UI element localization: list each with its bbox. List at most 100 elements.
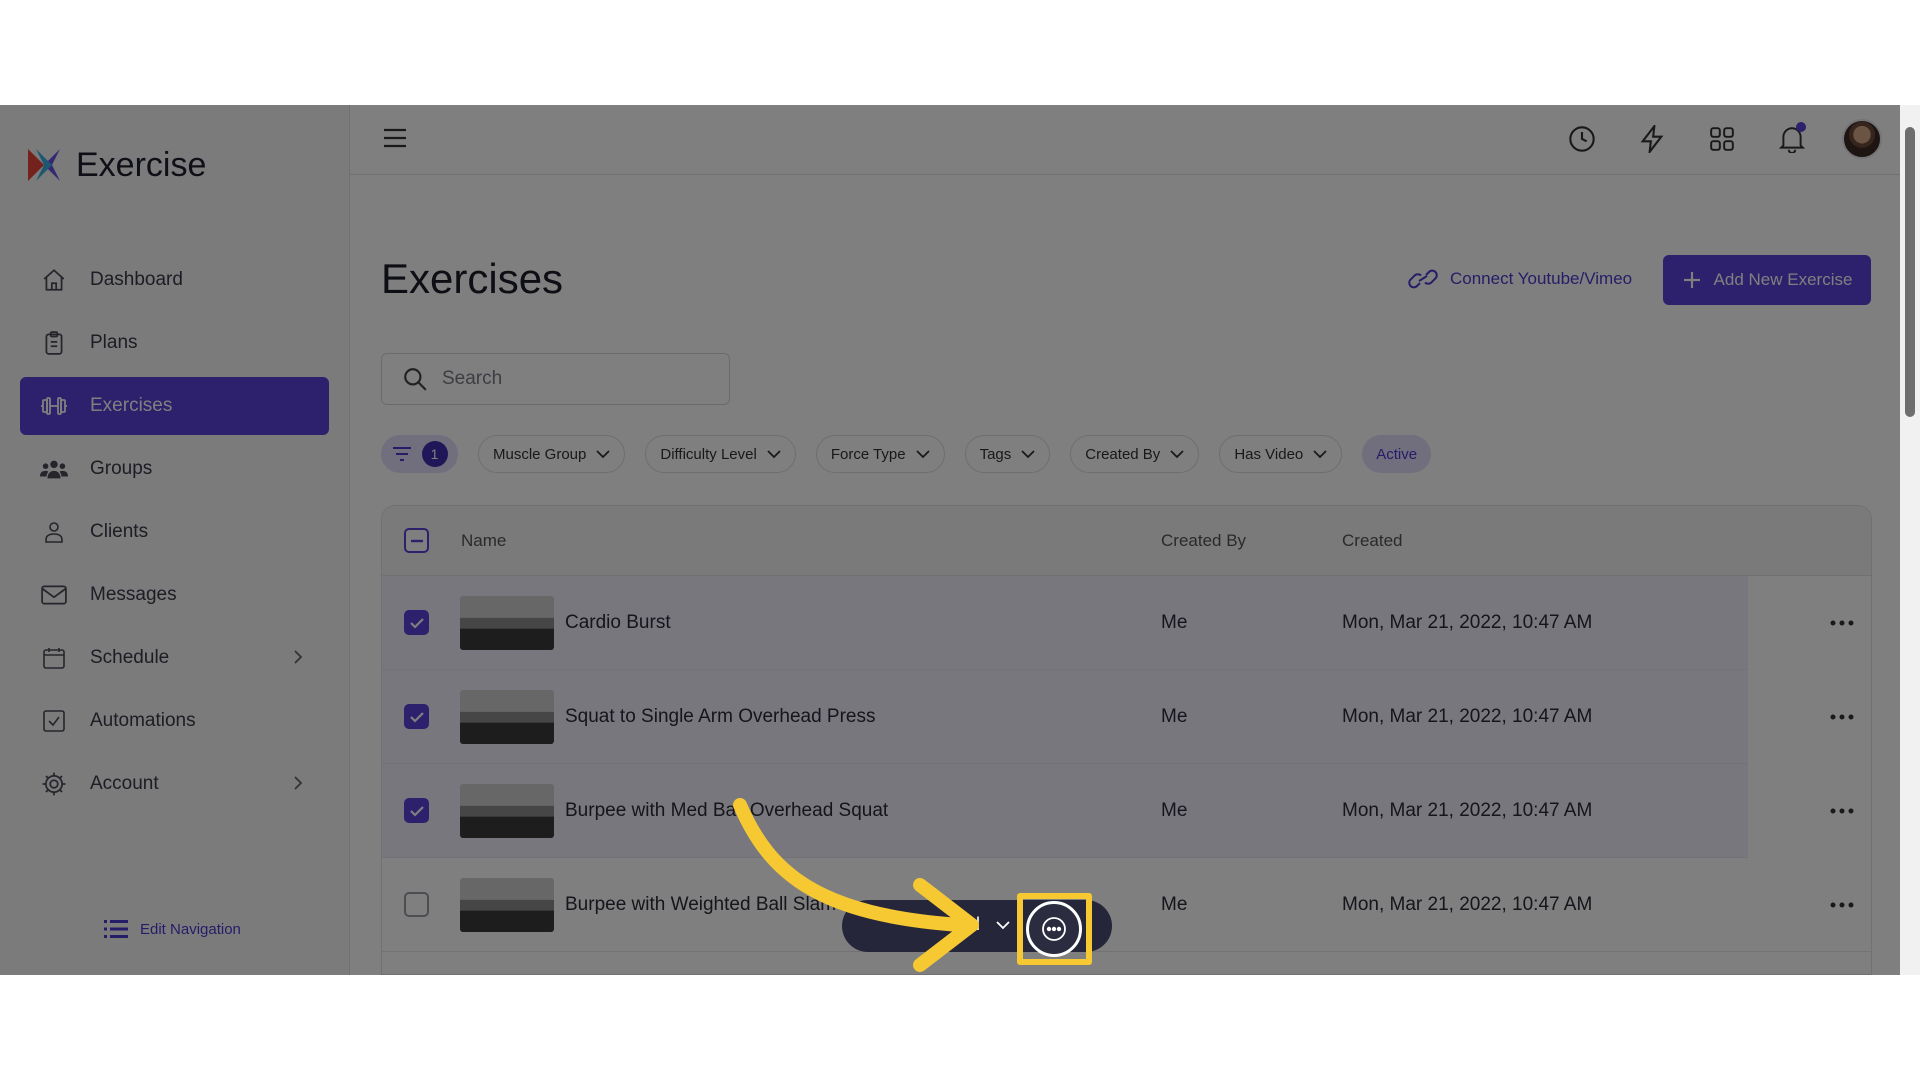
chevron-right-icon	[293, 649, 303, 671]
exercise-thumbnail	[460, 595, 554, 650]
table-row[interactable]: Burpee with Med Ball Overhead Squat Me M…	[382, 764, 1871, 858]
more-options-icon[interactable]	[1812, 692, 1871, 742]
add-button-label: Add New Exercise	[1713, 270, 1853, 289]
app-title: Exercise	[76, 145, 207, 184]
filter-force-type[interactable]: Force Type	[815, 435, 945, 473]
sidebar-item-schedule[interactable]: Schedule	[20, 629, 329, 687]
chevron-down-icon	[767, 449, 781, 458]
header-name[interactable]: Name	[461, 531, 506, 551]
exercise-name[interactable]: Squat to Single Arm Overhead Press	[565, 706, 876, 728]
chip-label: Has Video	[1234, 445, 1304, 463]
avatar[interactable]	[1842, 119, 1882, 159]
sidebar-item-label: Dashboard	[90, 269, 183, 290]
user-icon	[40, 518, 68, 546]
page-title: Exercises	[381, 255, 564, 302]
table-row[interactable]: Cardio Burst Me Mon, Mar 21, 2022, 10:47…	[382, 576, 1871, 670]
sidebar-item-clients[interactable]: Clients	[20, 503, 329, 561]
select-all-checkbox-box[interactable]	[404, 528, 429, 553]
more-options-icon[interactable]	[1812, 598, 1871, 648]
scrollbar-thumb[interactable]	[1905, 127, 1915, 417]
chevron-right-icon	[293, 775, 303, 797]
filter-has-video[interactable]: Has Video	[1219, 435, 1343, 473]
notification-dot	[1796, 122, 1806, 132]
exercise-thumbnail	[460, 783, 554, 838]
plus-icon	[1683, 272, 1700, 288]
created-by: Me	[1161, 799, 1188, 821]
filter-bar: 1 Muscle Group Difficulty Level Force Ty…	[381, 435, 1432, 473]
more-options-icon[interactable]	[1812, 880, 1871, 930]
apps-grid-icon[interactable]	[1702, 119, 1742, 159]
chip-label: Created By	[1085, 445, 1161, 463]
home-icon	[40, 266, 68, 294]
filter-tags[interactable]: Tags	[964, 435, 1051, 473]
sidebar-item-groups[interactable]: Groups	[20, 440, 329, 498]
table-row[interactable]: Burpee with Weighted Ball Slam Me Mon, M…	[382, 858, 1871, 952]
table-row[interactable]: Squat to Single Arm Overhead Press Me Mo…	[382, 670, 1871, 764]
logo: Exercise	[24, 145, 206, 185]
row-checkbox[interactable]	[404, 704, 429, 729]
exercise-name[interactable]: Cardio Burst	[565, 612, 671, 634]
more-options-icon[interactable]	[1812, 786, 1871, 836]
sidebar-item-plans[interactable]: Plans	[20, 314, 329, 372]
filter-toggle-button[interactable]: 1	[381, 435, 458, 473]
created-date: Mon, Mar 21, 2022, 10:47 AM	[1342, 893, 1593, 915]
edit-navigation-link[interactable]: Edit Navigation	[104, 919, 241, 939]
scrollbar[interactable]	[1900, 105, 1920, 975]
filter-status-active[interactable]: Active	[1362, 435, 1432, 473]
row-checkbox[interactable]	[404, 892, 429, 917]
add-new-exercise-button[interactable]: Add New Exercise	[1663, 255, 1871, 305]
sidebar-item-account[interactable]: Account	[20, 755, 329, 813]
sidebar-item-label: Account	[90, 773, 159, 794]
checkbox-icon	[40, 707, 68, 735]
header-created-by[interactable]: Created By	[1161, 531, 1246, 551]
sidebar-item-label: Exercises	[90, 395, 173, 416]
filter-muscle-group[interactable]: Muscle Group	[478, 435, 626, 473]
chip-label: Tags	[979, 445, 1012, 463]
created-by: Me	[1161, 611, 1188, 633]
chip-label: Force Type	[830, 445, 906, 463]
filter-icon	[392, 447, 411, 461]
connect-youtube-vimeo-link[interactable]: Connect Youtube/Vimeo	[1408, 267, 1632, 291]
sidebar-item-messages[interactable]: Messages	[20, 566, 329, 624]
check-icon	[409, 805, 424, 817]
mail-icon	[40, 581, 68, 609]
history-icon[interactable]	[1562, 119, 1602, 159]
search-icon	[404, 368, 427, 391]
sidebar-item-label: Plans	[90, 332, 138, 353]
filter-created-by[interactable]: Created By	[1070, 435, 1200, 473]
bell-icon[interactable]	[1772, 119, 1812, 159]
connect-label: Connect Youtube/Vimeo	[1450, 269, 1633, 288]
sidebar-item-label: Groups	[90, 458, 153, 479]
sidebar-item-label: Automations	[90, 710, 196, 731]
table-header: Name Created By Created	[382, 506, 1871, 576]
dumbbell-icon	[40, 392, 68, 420]
search-input[interactable]	[442, 368, 712, 390]
sidebar-item-automations[interactable]: Automations	[20, 692, 329, 750]
row-checkbox[interactable]	[404, 610, 429, 635]
chevron-down-icon	[596, 449, 611, 458]
created-date: Mon, Mar 21, 2022, 10:47 AM	[1342, 799, 1593, 821]
lightning-icon[interactable]	[1632, 119, 1672, 159]
chip-label: Muscle Group	[493, 445, 587, 463]
check-icon	[409, 711, 424, 723]
sidebar-item-label: Schedule	[90, 647, 170, 668]
edit-navigation-label: Edit Navigation	[140, 920, 241, 938]
sidebar-item-exercises[interactable]: Exercises	[20, 377, 329, 435]
logo-mark-icon	[28, 149, 60, 181]
filter-difficulty-level[interactable]: Difficulty Level	[645, 435, 796, 473]
chevron-down-icon	[1170, 449, 1184, 458]
filter-count-badge: 1	[421, 441, 448, 467]
sidebar: Exercise Dashboard Plans Exercises Group…	[0, 105, 350, 975]
search-box	[381, 353, 730, 405]
menu-icon[interactable]	[382, 127, 408, 154]
exercise-thumbnail	[460, 877, 554, 932]
header-created[interactable]: Created	[1342, 531, 1402, 551]
minus-icon	[410, 539, 423, 542]
check-icon	[409, 617, 424, 629]
created-by: Me	[1161, 893, 1188, 915]
created-date: Mon, Mar 21, 2022, 10:47 AM	[1342, 705, 1593, 727]
exercise-thumbnail	[460, 689, 554, 744]
tutorial-arrow-icon	[733, 798, 979, 972]
row-checkbox[interactable]	[404, 798, 429, 823]
sidebar-item-dashboard[interactable]: Dashboard	[20, 251, 329, 309]
